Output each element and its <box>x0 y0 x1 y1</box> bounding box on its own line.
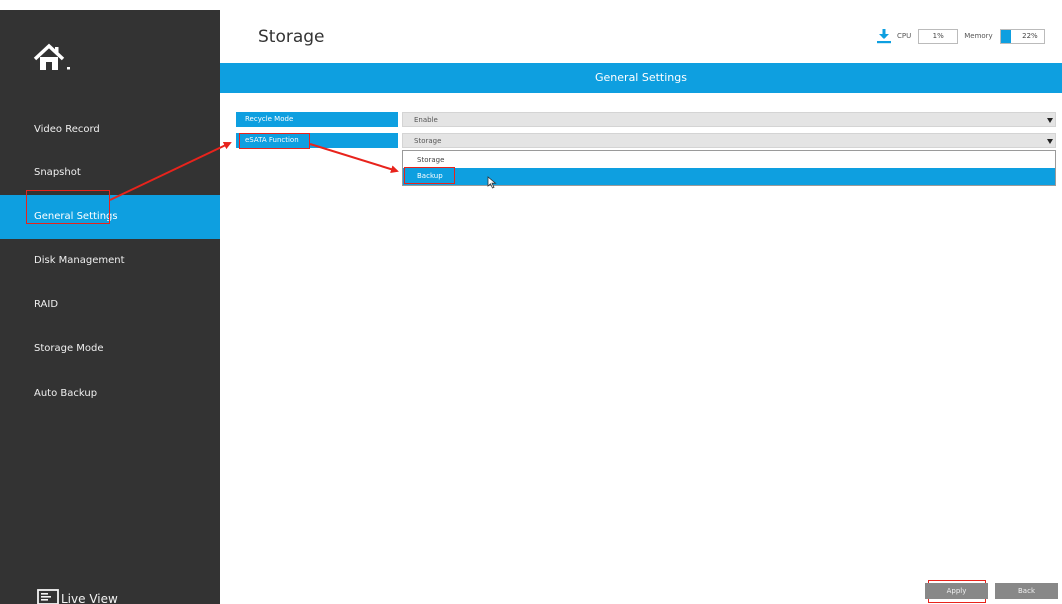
storage-settings-screen: Video Record Snapshot General Settings D… <box>0 0 1062 604</box>
sidebar-item-storage-mode[interactable]: Storage Mode <box>0 327 220 371</box>
live-view-button[interactable]: Live View <box>37 588 118 604</box>
sidebar-item-auto-backup[interactable]: Auto Backup <box>0 372 220 416</box>
esata-function-select[interactable]: Storage <box>402 133 1056 148</box>
cpu-label: CPU <box>897 32 912 40</box>
annotation-box-esata-function <box>239 133 310 149</box>
recycle-mode-select[interactable]: Enable <box>402 112 1056 127</box>
apply-button[interactable]: Apply <box>925 583 988 599</box>
memory-usage-value: 22% <box>1022 32 1038 40</box>
sidebar: Video Record Snapshot General Settings D… <box>0 0 220 604</box>
dropdown-option-backup[interactable]: Backup <box>403 168 1055 185</box>
sidebar-item-snapshot[interactable]: Snapshot <box>0 151 220 195</box>
dropdown-arrow-icon <box>1047 139 1053 144</box>
dropdown-arrow-icon <box>1047 118 1053 123</box>
back-button[interactable]: Back <box>995 583 1058 599</box>
download-icon[interactable] <box>876 28 892 44</box>
annotation-box-general-settings <box>26 190 110 224</box>
system-status: CPU 1% Memory 22% <box>876 28 1045 44</box>
live-view-label: Live View <box>61 592 118 604</box>
memory-usage-box: 22% <box>999 28 1045 44</box>
section-banner: General Settings <box>220 63 1062 93</box>
page-title: Storage <box>258 27 325 47</box>
recycle-mode-value: Enable <box>414 116 438 124</box>
memory-label: Memory <box>964 32 993 40</box>
sidebar-item-video-record[interactable]: Video Record <box>0 108 220 152</box>
esata-function-value: Storage <box>414 137 442 145</box>
monitor-icon <box>37 589 59 604</box>
cpu-usage-value: 1% <box>932 32 944 40</box>
recycle-mode-label: Recycle Mode <box>236 112 398 127</box>
cpu-usage-box: 1% <box>918 28 959 44</box>
annotation-box-backup-option <box>404 167 455 184</box>
mouse-cursor-icon <box>487 176 497 189</box>
home-icon[interactable] <box>33 42 73 74</box>
annotation-arrow-to-backup <box>309 143 399 174</box>
sidebar-item-raid[interactable]: RAID <box>0 283 220 327</box>
memory-usage-bar <box>1000 29 1011 43</box>
dropdown-option-storage[interactable]: Storage <box>403 152 1055 169</box>
esata-function-dropdown: Storage Backup <box>402 150 1056 186</box>
sidebar-item-disk-management[interactable]: Disk Management <box>0 239 220 283</box>
